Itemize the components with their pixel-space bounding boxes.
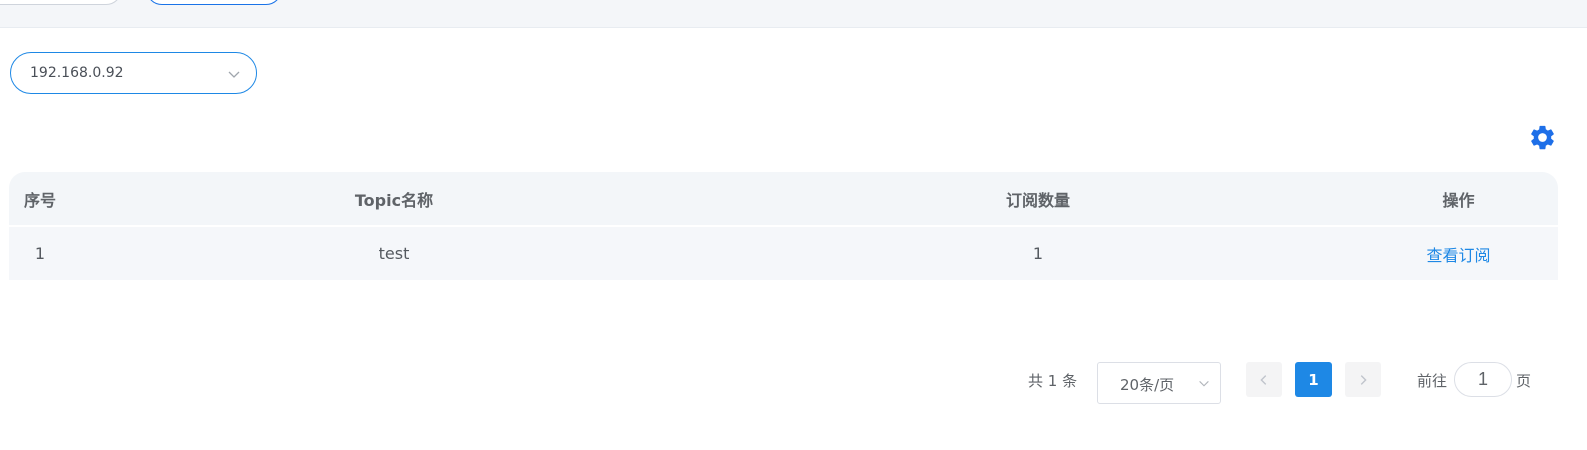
goto-suffix: 页 xyxy=(1516,372,1532,390)
prev-page-button[interactable] xyxy=(1246,362,1282,397)
total-count: 共 1 条 xyxy=(1028,372,1078,390)
topic-table: 序号 Topic名称 订阅数量 操作 1 test 1 查看订阅 xyxy=(9,172,1558,280)
header-actions: 操作 xyxy=(1442,190,1475,210)
header-index: 序号 xyxy=(23,190,56,210)
goto-page-input[interactable] xyxy=(1454,362,1512,397)
cell-actions: 查看订阅 xyxy=(1359,227,1558,280)
pagination: 共 1 条 20条/页 1 前往 页 xyxy=(0,362,1587,404)
page-number-current[interactable]: 1 xyxy=(1295,362,1332,397)
tab-pill-inactive[interactable] xyxy=(0,0,122,5)
cell-subscription-count: 1 xyxy=(1032,244,1044,263)
host-select-value: 192.168.0.92 xyxy=(30,65,124,81)
next-page-button[interactable] xyxy=(1345,362,1381,397)
page-size-select[interactable]: 20条/页 xyxy=(1097,362,1221,404)
top-tab-bar xyxy=(0,0,1587,28)
chevron-left-icon xyxy=(1260,374,1267,385)
cell-topic-name: test xyxy=(378,244,410,263)
chevron-down-icon xyxy=(228,71,240,78)
host-select[interactable]: 192.168.0.92 xyxy=(10,52,257,94)
gear-icon[interactable] xyxy=(1528,123,1557,152)
table-row: 1 test 1 查看订阅 xyxy=(9,225,1558,280)
goto-label: 前往 xyxy=(1417,372,1448,390)
chevron-right-icon xyxy=(1360,374,1367,385)
page-size-value: 20条/页 xyxy=(1120,376,1175,394)
view-subscriptions-link[interactable]: 查看订阅 xyxy=(1426,242,1490,266)
table-header: 序号 Topic名称 订阅数量 操作 xyxy=(9,172,1558,225)
header-topic-name: Topic名称 xyxy=(354,190,434,210)
header-subscription-count: 订阅数量 xyxy=(1005,190,1070,210)
chevron-down-icon xyxy=(1199,380,1209,387)
cell-index: 1 xyxy=(34,244,46,263)
tab-pill-active[interactable] xyxy=(146,0,282,5)
